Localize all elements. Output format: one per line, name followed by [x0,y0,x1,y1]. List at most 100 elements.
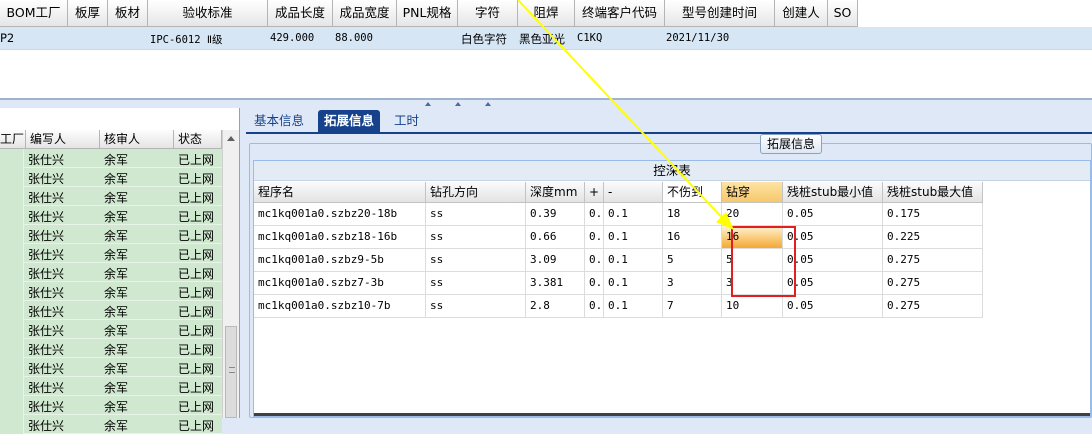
list-item[interactable]: 张仕兴 余军 已上网 [0,377,222,396]
cell-plus[interactable]: 0.. [585,249,604,272]
cell-minus[interactable]: 0.1 [604,226,663,249]
cell-through[interactable]: 20 [722,203,783,226]
col-header-pnl[interactable]: PNL规格 [397,0,458,27]
cell-stub-min[interactable]: 0.05 [783,249,883,272]
scroll-up-arrow-icon[interactable] [227,136,235,141]
cell-minus[interactable]: 0.1 [604,249,663,272]
cell-depth[interactable]: 3.09 [526,249,585,272]
scroll-thumb[interactable] [225,326,237,418]
col-header-character[interactable]: 字符 [458,0,518,27]
splitter-grip-icon[interactable] [485,102,491,106]
col-header-stub-min[interactable]: 残桩stub最小值 [783,182,883,203]
list-item[interactable]: 张仕兴 余军 已上网 [0,206,222,225]
list-item[interactable]: 张仕兴 余军 已上网 [0,339,222,358]
cell-minus[interactable]: 0.1 [604,203,663,226]
cell-stub-min[interactable]: 0.05 [783,203,883,226]
col-header-reviewer[interactable]: 核审人 [100,130,174,149]
col-header-status[interactable]: 状态 [174,130,222,149]
cell-direction[interactable]: ss [426,249,526,272]
cell-plus[interactable]: 0.. [585,226,604,249]
tab-extended-info[interactable]: 拓展信息 [318,110,381,134]
table-row[interactable]: mc1kq001a0.szbz20-18bss0.390..0.118200.0… [254,203,999,226]
col-header-plus[interactable]: + [585,182,604,203]
cell-depth[interactable]: 0.39 [526,203,585,226]
col-header-no-damage[interactable]: 不伤到 [663,182,722,203]
col-header-so[interactable]: SO [828,0,858,27]
cell-program[interactable]: mc1kq001a0.szbz20-18b [254,203,426,226]
list-item[interactable]: 张仕兴 余军 已上网 [0,149,222,168]
cell-direction[interactable]: ss [426,272,526,295]
col-header-bom-factory[interactable]: BOM工厂 [0,0,68,27]
cell-depth[interactable]: 2.8 [526,295,585,318]
list-item[interactable]: 张仕兴 余军 已上网 [0,225,222,244]
cell-program[interactable]: mc1kq001a0.szbz10-7b [254,295,426,318]
list-item[interactable]: 张仕兴 余军 已上网 [0,263,222,282]
cell-stub-min[interactable]: 0.05 [783,226,883,249]
col-header-stub-max[interactable]: 残桩stub最大值 [883,182,983,203]
list-item[interactable]: 张仕兴 余军 已上网 [0,358,222,377]
table-row[interactable]: mc1kq001a0.szbz9-5bss3.090..0.1550.050.2… [254,249,999,272]
cell-stub-max[interactable]: 0.275 [883,295,983,318]
col-header-board-thickness[interactable]: 板厚 [68,0,108,27]
top-grid-row[interactable]: P2 IPC-6012 Ⅱ级 429.000 88.000 白色字符 黑色亚光 … [0,27,1092,50]
col-header-creator[interactable]: 创建人 [775,0,828,27]
cell-no-damage[interactable]: 3 [663,272,722,295]
cell-stub-min[interactable]: 0.05 [783,272,883,295]
fieldset-legend[interactable]: 拓展信息 [760,134,823,154]
cell-program[interactable]: mc1kq001a0.szbz7-3b [254,272,426,295]
col-header-acceptance[interactable]: 验收标准 [148,0,268,27]
cell-no-damage[interactable]: 5 [663,249,722,272]
cell-stub-max[interactable]: 0.175 [883,203,983,226]
cell-no-damage[interactable]: 7 [663,295,722,318]
col-header-width[interactable]: 成品宽度 [333,0,397,27]
cell-minus[interactable]: 0.1 [604,272,663,295]
cell-direction[interactable]: ss [426,203,526,226]
cell-plus[interactable]: 0.. [585,203,604,226]
list-item[interactable]: 张仕兴 余军 已上网 [0,320,222,339]
list-item[interactable]: 张仕兴 余军 已上网 [0,244,222,263]
col-header-factory[interactable]: 工厂 [0,130,26,149]
col-header-created-time[interactable]: 型号创建时间 [665,0,775,27]
col-header-customer-code[interactable]: 终端客户代码 [575,0,665,27]
cell-depth[interactable]: 0.66 [526,226,585,249]
splitter-bar[interactable] [0,98,1092,100]
cell-no-damage[interactable]: 18 [663,203,722,226]
cell-direction[interactable]: ss [426,295,526,318]
cell-depth[interactable]: 3.381 [526,272,585,295]
cell-minus[interactable]: 0.1 [604,295,663,318]
tab-basic-info[interactable]: 基本信息 [248,110,310,134]
col-header-minus[interactable]: - [604,182,663,203]
col-header-solder-mask[interactable]: 阻焊 [518,0,575,27]
list-item[interactable]: 张仕兴 余军 已上网 [0,187,222,206]
col-header-board-material[interactable]: 板材 [108,0,148,27]
cell-no-damage[interactable]: 16 [663,226,722,249]
col-header-depth[interactable]: 深度mm [526,182,585,203]
col-header-writer[interactable]: 编写人 [26,130,100,149]
cell-stub-min[interactable]: 0.05 [783,295,883,318]
cell-stub-max[interactable]: 0.275 [883,272,983,295]
splitter-grip-icon[interactable] [455,102,461,106]
cell-factory [0,206,24,225]
list-item[interactable]: 张仕兴 余军 已上网 [0,301,222,320]
list-item[interactable]: 张仕兴 余军 已上网 [0,396,222,415]
table-row[interactable]: mc1kq001a0.szbz7-3bss3.3810..0.1330.050.… [254,272,999,295]
cell-stub-max[interactable]: 0.275 [883,249,983,272]
table-row[interactable]: mc1kq001a0.szbz10-7bss2.80..0.17100.050.… [254,295,999,318]
cell-plus[interactable]: 0.. [585,295,604,318]
table-row[interactable]: mc1kq001a0.szbz18-16bss0.660..0.116160.0… [254,226,999,249]
col-header-program[interactable]: 程序名 [254,182,426,203]
cell-through[interactable]: 10 [722,295,783,318]
cell-direction[interactable]: ss [426,226,526,249]
cell-program[interactable]: mc1kq001a0.szbz18-16b [254,226,426,249]
cell-stub-max[interactable]: 0.225 [883,226,983,249]
tab-work-hours[interactable]: 工时 [388,110,425,134]
col-header-through[interactable]: 钻穿 [722,182,783,203]
cell-plus[interactable]: 0.. [585,272,604,295]
cell-program[interactable]: mc1kq001a0.szbz9-5b [254,249,426,272]
col-header-direction[interactable]: 钻孔方向 [426,182,526,203]
list-item[interactable]: 张仕兴 余军 已上网 [0,282,222,301]
splitter-grip-icon[interactable] [425,102,431,106]
col-header-length[interactable]: 成品长度 [268,0,333,27]
left-scrollbar[interactable] [222,130,239,418]
list-item[interactable]: 张仕兴 余军 已上网 [0,168,222,187]
